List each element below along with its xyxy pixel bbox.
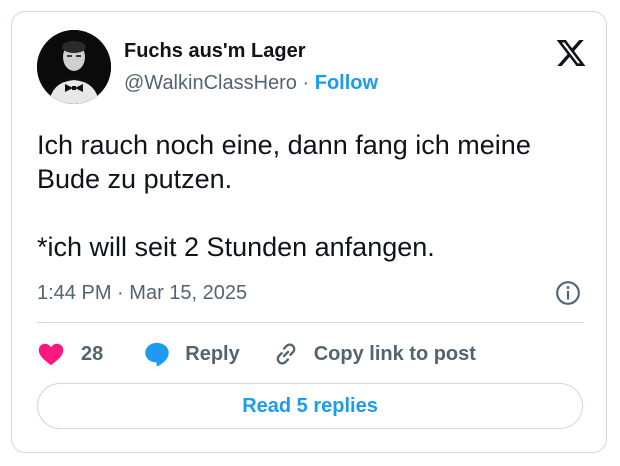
tweet-card: Antisocial Fuchs aus'm Lager @WalkinClas… <box>11 11 607 453</box>
author-name[interactable]: Fuchs aus'm Lager <box>124 39 305 63</box>
reply-button[interactable]: Reply <box>143 340 240 368</box>
divider <box>37 322 583 323</box>
separator-dot: · <box>302 72 310 94</box>
separator-dot: · <box>117 282 124 304</box>
tweet-time: 1:44 PM <box>37 282 112 304</box>
like-button[interactable]: 28 <box>37 340 103 368</box>
tweet-text: Ich rauch noch eine, dann fang ich meine… <box>37 128 593 264</box>
read-replies-button[interactable]: Read 5 replies <box>37 383 583 429</box>
like-count: 28 <box>81 342 104 365</box>
heart-icon <box>38 343 64 366</box>
follow-button[interactable]: Follow <box>315 72 378 94</box>
timestamp[interactable]: 1:44 PM · Mar 15, 2025 <box>37 280 247 306</box>
reply-label: Reply <box>185 342 240 365</box>
copy-link-label: Copy link to post <box>313 342 476 365</box>
action-bar: 28 Reply Copy link to post <box>37 338 476 370</box>
author-handle[interactable]: @WalkinClassHero <box>124 72 297 94</box>
avatar[interactable]: Antisocial <box>37 30 111 104</box>
avatar-shirt-text: Antisocial <box>56 75 93 82</box>
tweet-text-line: *ich will seit 2 Stunden anfangen. <box>37 232 435 262</box>
tweet-text-line: Ich rauch noch eine, dann fang ich meine… <box>37 130 531 194</box>
x-logo-icon[interactable] <box>555 37 587 69</box>
avatar-portrait-icon: Antisocial <box>37 30 111 104</box>
info-icon[interactable] <box>555 280 581 306</box>
tweet-date: Mar 15, 2025 <box>129 282 248 304</box>
author-handle-row: @WalkinClassHero · Follow <box>124 71 378 95</box>
link-icon <box>276 343 296 365</box>
copy-link-button[interactable]: Copy link to post <box>272 340 476 368</box>
speech-bubble-icon <box>145 342 169 367</box>
read-replies-label: Read 5 replies <box>242 394 378 417</box>
